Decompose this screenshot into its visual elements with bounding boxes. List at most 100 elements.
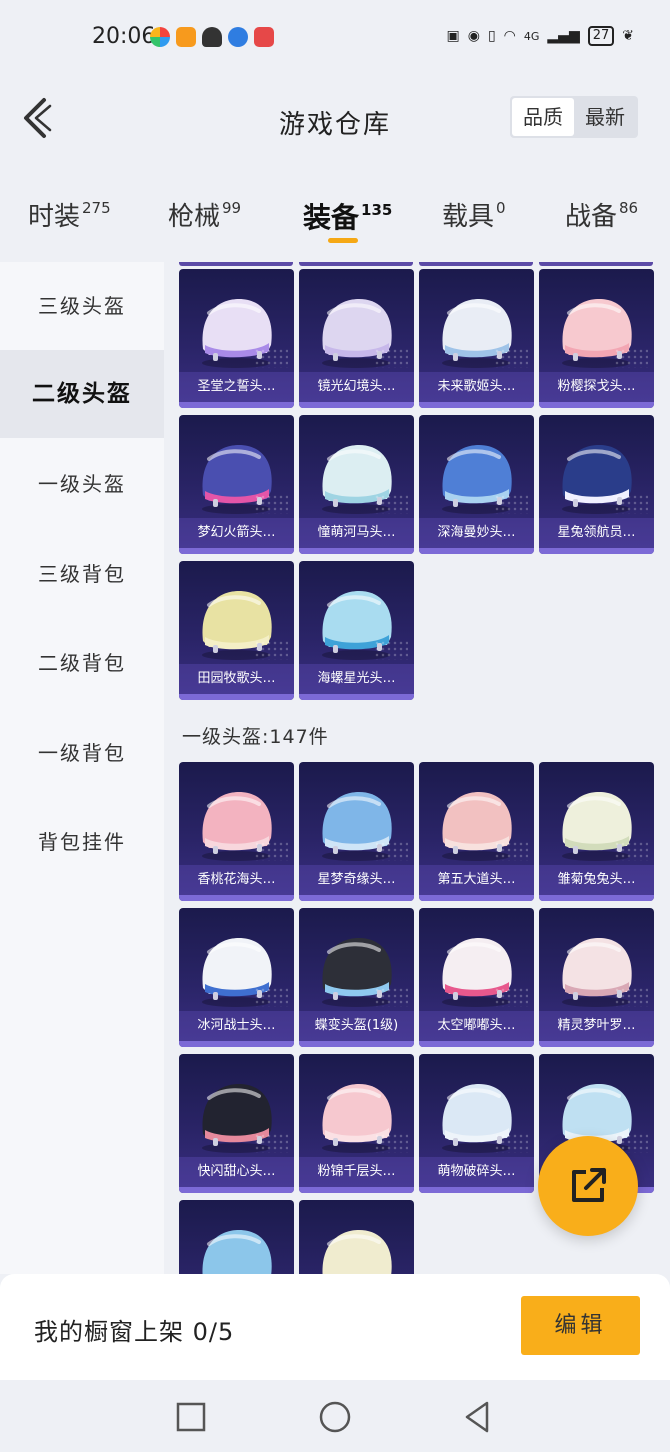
sidebar-item-level3-backpack[interactable]: 三级背包 xyxy=(0,530,164,618)
book-app-icon xyxy=(254,27,274,47)
app-notification-icon xyxy=(150,27,170,47)
card-pattern xyxy=(374,1133,408,1153)
item-card[interactable]: 憧萌河马头… xyxy=(299,415,414,554)
item-name: 星梦奇缘头… xyxy=(299,865,414,895)
item-card[interactable]: 粉锦千层头… xyxy=(299,1054,414,1193)
card-edge xyxy=(419,262,533,266)
card-pattern xyxy=(614,987,648,1007)
vibrate-icon: ▯ xyxy=(487,28,496,44)
sidebar-item-level3-helmet[interactable]: 三级头盔 xyxy=(0,262,164,350)
item-card[interactable]: 圣堂之誓头… xyxy=(179,269,294,408)
item-card[interactable]: 香桃花海头… xyxy=(179,762,294,901)
sort-quality-option[interactable]: 品质 xyxy=(512,98,574,136)
tab-equipment[interactable]: 装备 135 xyxy=(303,196,392,236)
item-name: 海螺星光头… xyxy=(299,664,414,694)
item-card[interactable]: 星梦奇缘头… xyxy=(299,762,414,901)
sidebar-item-level1-helmet[interactable]: 一级头盔 xyxy=(0,440,164,528)
item-card[interactable]: 星兔领航员… xyxy=(539,415,654,554)
card-pattern xyxy=(374,494,408,514)
tab-count: 275 xyxy=(82,199,111,217)
item-name: 第五大道头… xyxy=(419,865,534,895)
card-pattern xyxy=(494,348,528,368)
item-card[interactable]: 深海曼妙头… xyxy=(419,415,534,554)
sidebar-item-level1-backpack[interactable]: 一级背包 xyxy=(0,709,164,797)
card-pattern xyxy=(374,348,408,368)
card-edge xyxy=(179,262,293,266)
item-card[interactable]: 蝶变头盔(1级) xyxy=(299,908,414,1047)
item-card[interactable]: 粉樱探戈头… xyxy=(539,269,654,408)
card-pattern xyxy=(614,494,648,514)
sort-newest-option[interactable]: 最新 xyxy=(574,98,636,136)
card-pattern xyxy=(254,494,288,514)
tab-label: 战备 xyxy=(565,202,618,232)
item-name: 憧萌河马头… xyxy=(299,518,414,548)
item-name: 田园牧歌头… xyxy=(179,664,294,694)
card-pattern xyxy=(254,841,288,861)
item-card[interactable]: 快闪甜心头… xyxy=(179,1054,294,1193)
item-card[interactable]: 镜光幻境头… xyxy=(299,269,414,408)
card-edge xyxy=(299,262,413,266)
item-name: 蝶变头盔(1级) xyxy=(299,1011,414,1041)
tab-vehicles[interactable]: 载具 0 xyxy=(442,196,506,233)
tab-label: 时装 xyxy=(28,202,81,232)
helmet-icon xyxy=(322,1230,392,1274)
sidebar-item-level2-helmet[interactable]: 二级头盔 xyxy=(0,350,164,438)
item-card[interactable] xyxy=(299,1200,414,1274)
item-card[interactable]: 精灵梦叶罗… xyxy=(539,908,654,1047)
tab-supplies[interactable]: 战备 86 xyxy=(565,196,638,233)
showcase-bar: 我的橱窗上架 0/5 编辑 xyxy=(0,1274,670,1380)
category-tabs: 时装 275 枪械 99 装备 135 载具 0 战备 86 xyxy=(0,178,670,258)
helmet-icon xyxy=(202,1230,272,1274)
active-tab-indicator xyxy=(328,238,358,243)
browser-icon xyxy=(228,27,248,47)
item-name: 深海曼妙头… xyxy=(419,518,534,548)
sidebar: 三级头盔 二级头盔 一级头盔 三级背包 二级背包 一级背包 背包挂件 xyxy=(0,262,164,1274)
system-nav-bar xyxy=(0,1380,670,1452)
recents-icon[interactable] xyxy=(174,1400,208,1434)
vpn-icon: ▣ xyxy=(446,28,460,44)
item-name: 冰河战士头… xyxy=(179,1011,294,1041)
tab-fashion[interactable]: 时装 275 xyxy=(28,196,111,233)
tab-label: 枪械 xyxy=(168,202,221,232)
item-card[interactable]: 太空嘟嘟头… xyxy=(419,908,534,1047)
item-card[interactable]: 海螺星光头… xyxy=(299,561,414,700)
item-name: 快闪甜心头… xyxy=(179,1157,294,1187)
share-button[interactable] xyxy=(538,1136,638,1236)
sidebar-item-backpack-charm[interactable]: 背包挂件 xyxy=(0,798,164,886)
wifi-icon: ◠ xyxy=(503,28,516,44)
status-time: 20:06 xyxy=(92,24,156,49)
item-card[interactable]: 冰河战士头… xyxy=(179,908,294,1047)
item-card[interactable]: 第五大道头… xyxy=(419,762,534,901)
signal-icon: ▂▄▆ xyxy=(547,28,580,44)
sidebar-item-level2-backpack[interactable]: 二级背包 xyxy=(0,619,164,707)
item-name: 萌物破碎头… xyxy=(419,1157,534,1187)
battery-icon: 27 xyxy=(587,26,615,46)
back-icon[interactable] xyxy=(460,1400,494,1434)
card-pattern xyxy=(494,987,528,1007)
card-pattern xyxy=(374,987,408,1007)
tab-guns[interactable]: 枪械 99 xyxy=(168,196,241,233)
header: 游戏仓库 品质 最新 xyxy=(0,66,670,170)
card-pattern xyxy=(374,640,408,660)
sort-toggle[interactable]: 品质 最新 xyxy=(510,96,638,138)
item-card[interactable]: 田园牧歌头… xyxy=(179,561,294,700)
showcase-status: 我的橱窗上架 0/5 xyxy=(34,1318,235,1346)
leaf-icon: ❦ xyxy=(622,28,634,44)
system-icons: ▣ ◉ ▯ ◠ 4G ▂▄▆ 27 ❦ xyxy=(446,26,634,46)
card-pattern xyxy=(254,987,288,1007)
item-card[interactable]: 雏菊兔兔头… xyxy=(539,762,654,901)
item-card[interactable]: 梦幻火箭头… xyxy=(179,415,294,554)
item-name: 太空嘟嘟头… xyxy=(419,1011,534,1041)
tab-label: 载具 xyxy=(442,202,495,232)
item-name: 粉锦千层头… xyxy=(299,1157,414,1187)
card-edge xyxy=(539,262,653,266)
item-grid: 圣堂之誓头… 镜光幻境头… 未来歌姬头… 粉樱探戈头… 梦幻火箭头… 憧萌河马头… 深海曼妙… xyxy=(164,262,670,1274)
item-card[interactable] xyxy=(179,1200,294,1274)
tab-label: 装备 xyxy=(303,201,360,234)
home-icon[interactable] xyxy=(318,1400,352,1434)
item-card[interactable]: 萌物破碎头… xyxy=(419,1054,534,1193)
item-name: 星兔领航员… xyxy=(539,518,654,548)
edit-button[interactable]: 编辑 xyxy=(521,1296,640,1355)
share-icon xyxy=(572,1168,606,1202)
item-card[interactable]: 未来歌姬头… xyxy=(419,269,534,408)
